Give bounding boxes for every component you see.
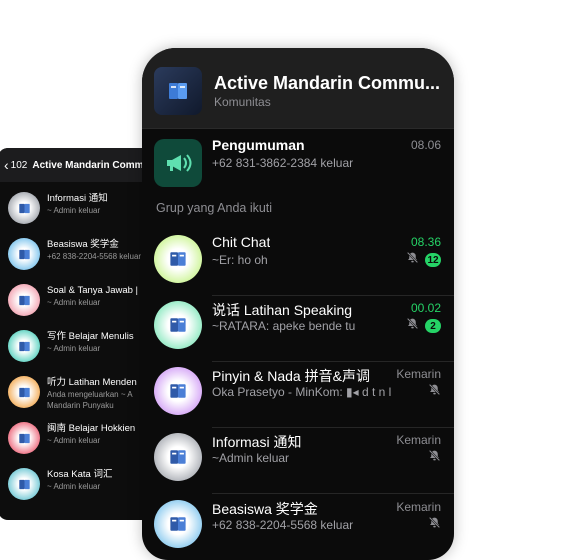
group-avatar — [8, 192, 40, 224]
book-logo-icon — [18, 203, 30, 213]
back-chat-list: Informasi 通知 ~ Admin keluar Beasiswa 奖学金 +… — [0, 182, 158, 504]
chat-row[interactable]: Pinyin & Nada 拼音&声调 Oka Prasetyo - MinKo… — [142, 361, 454, 427]
book-logo-icon — [18, 479, 30, 489]
group-name: Informasi 通知 — [47, 193, 108, 204]
back-title: Active Mandarin Comm — [32, 159, 144, 171]
list-item[interactable]: 写作 Belajar Menulis ~ Admin keluar — [0, 320, 158, 366]
list-item[interactable]: Informasi 通知 ~ Admin keluar — [0, 182, 158, 228]
community-header[interactable]: Active Mandarin Commu... Komunitas — [142, 48, 454, 128]
group-name: 写作 Belajar Menulis — [47, 331, 134, 342]
chat-status — [428, 516, 441, 534]
group-avatar — [8, 238, 40, 270]
back-count[interactable]: 102 — [11, 160, 28, 171]
chat-time: Kemarin — [396, 367, 441, 381]
chat-time: Kemarin — [396, 500, 441, 514]
announcement-time: 08.06 — [410, 138, 441, 152]
chat-name: 说话 Latihan Speaking — [212, 302, 353, 318]
group-avatar — [154, 367, 202, 415]
megaphone-icon — [154, 139, 202, 187]
chat-time: 08.36 — [410, 235, 441, 249]
book-logo-icon — [170, 252, 186, 266]
community-title: Active Mandarin Commu... — [214, 73, 441, 93]
book-logo-icon — [170, 517, 186, 531]
group-avatar — [8, 422, 40, 454]
book-logo-icon — [169, 83, 187, 99]
chat-status — [428, 383, 441, 401]
group-name: 听力 Latihan Menden — [47, 377, 137, 388]
group-name: Soal & Tanya Jawab | — [47, 285, 139, 296]
book-logo-icon — [18, 249, 30, 259]
front-phone-screen: Active Mandarin Commu... Komunitas Pengu… — [142, 48, 454, 560]
chat-time: 00.02 — [410, 301, 441, 315]
chat-row[interactable]: Chit Chat ~Er: ho oh 08.36 12 — [142, 229, 454, 295]
chat-status: 2 — [406, 317, 441, 335]
list-item[interactable]: Kosa Kata 词汇 ~ Admin keluar — [0, 458, 158, 504]
last-message: +62 838-2204-5568 keluar — [212, 518, 354, 532]
back-header: ‹ 102 Active Mandarin Comm — [0, 148, 158, 182]
group-avatar — [8, 468, 40, 500]
chat-row[interactable]: Informasi 通知 ~Admin keluar Kemarin — [142, 427, 454, 493]
group-avatar — [8, 284, 40, 316]
group-name: Beasiswa 奖学金 — [47, 239, 119, 250]
announcement-name: Pengumuman — [212, 137, 305, 153]
last-message: ~ Admin keluar — [47, 206, 101, 215]
last-message: ~ Admin keluar — [47, 344, 101, 353]
last-message: Anda mengeluarkan ~ A — [47, 390, 133, 399]
section-label: Grup yang Anda ikuti — [156, 201, 273, 215]
bell-slash-icon — [428, 516, 441, 534]
chat-name: Beasiswa 奖学金 — [212, 501, 318, 517]
list-item[interactable]: 听力 Latihan Menden Anda mengeluarkan ~ A Ma… — [0, 366, 158, 412]
book-logo-icon — [18, 295, 30, 305]
chat-row[interactable]: 说话 Latihan Speaking ~RATARA: apeke bende… — [142, 295, 454, 361]
bell-slash-icon — [406, 317, 419, 335]
chat-row[interactable]: Beasiswa 奖学金 +62 838-2204-5568 keluar Ke… — [142, 494, 454, 560]
last-message: ~Admin keluar — [212, 451, 290, 465]
book-logo-icon — [18, 433, 30, 443]
chat-name: Pinyin & Nada 拼音&声调 — [212, 368, 370, 384]
back-phone-screen: ‹ 102 Active Mandarin Comm Informasi 通知 ~… — [0, 148, 158, 520]
announcement-message: +62 831-3862-2384 keluar — [212, 156, 354, 170]
last-message-line2: Mandarin Punyaku — [47, 401, 114, 410]
unread-badge: 2 — [425, 319, 441, 333]
bell-slash-icon — [406, 251, 419, 269]
last-message: ~ Admin keluar — [47, 482, 101, 491]
bell-slash-icon — [428, 383, 441, 401]
last-message: ~Er: ho oh — [212, 253, 268, 267]
group-name: Kosa Kata 词汇 — [47, 469, 113, 480]
group-avatar — [154, 301, 202, 349]
book-logo-icon — [18, 341, 30, 351]
group-avatar — [154, 235, 202, 283]
list-item[interactable]: Beasiswa 奖学金 +62 838-2204-5568 keluar — [0, 228, 158, 274]
book-logo-icon — [170, 384, 186, 398]
group-avatar — [8, 376, 40, 408]
announcement-row[interactable]: Pengumuman +62 831-3862-2384 keluar 08.0… — [142, 129, 454, 195]
list-item[interactable]: 闽南 Belajar Hokkien ~ Admin keluar — [0, 412, 158, 458]
chevron-left-icon[interactable]: ‹ — [4, 157, 9, 173]
group-avatar — [154, 433, 202, 481]
last-message: +62 838-2204-5568 keluar — [47, 252, 142, 261]
group-avatar — [8, 330, 40, 362]
bell-slash-icon — [428, 449, 441, 467]
chat-name: Chit Chat — [212, 234, 271, 250]
chat-status — [428, 449, 441, 467]
group-avatar — [154, 500, 202, 548]
chat-time: Kemarin — [396, 433, 441, 447]
last-message: ~ Admin keluar — [47, 298, 101, 307]
community-subtitle: Komunitas — [214, 95, 271, 109]
group-name: 闽南 Belajar Hokkien — [47, 423, 136, 434]
last-message: ~ Admin keluar — [47, 436, 101, 445]
last-message: Oka Prasetyo - MinKom: ▮◂ d t n l — [212, 385, 392, 399]
list-item[interactable]: Soal & Tanya Jawab | ~ Admin keluar — [0, 274, 158, 320]
chat-status: 12 — [406, 251, 441, 269]
book-logo-icon — [18, 387, 30, 397]
chat-name: Informasi 通知 — [212, 434, 302, 450]
book-logo-icon — [170, 450, 186, 464]
unread-badge: 12 — [425, 253, 441, 267]
book-logo-icon — [170, 318, 186, 332]
community-logo — [154, 67, 202, 115]
last-message: ~RATARA: apeke bende tu — [212, 319, 356, 333]
